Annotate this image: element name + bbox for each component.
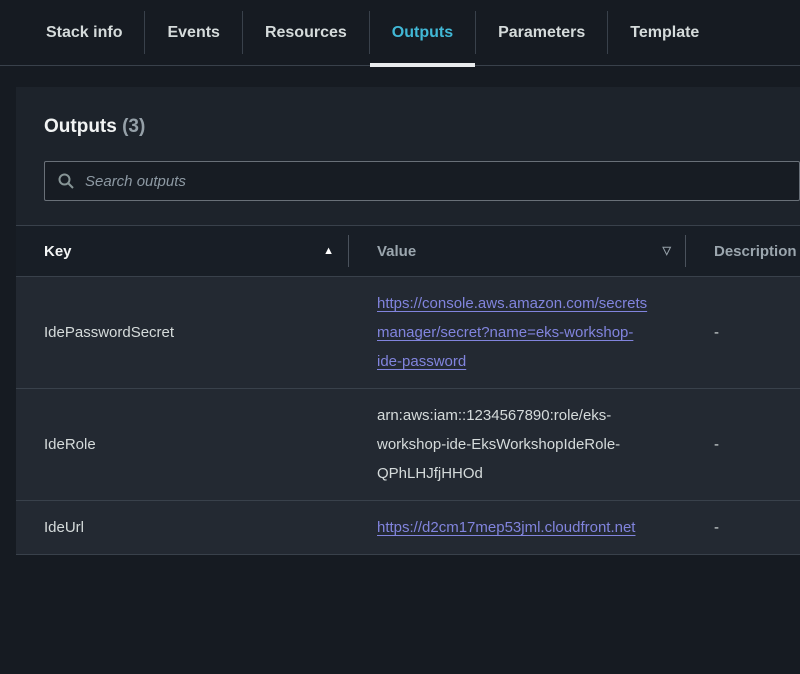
tab-stack-info[interactable]: Stack info [24,0,144,65]
output-description-cell: - [686,389,800,501]
output-value-cell: https://console.aws.amazon.com/secretsma… [349,277,686,389]
output-key-cell: IdeUrl [16,501,349,555]
output-key-cell: IdePasswordSecret [16,277,349,389]
stack-tab-bar: Stack info Events Resources Outputs Para… [0,0,800,66]
tab-template[interactable]: Template [608,0,721,65]
column-header-value[interactable]: Value ▽ [349,226,686,277]
table-header-row: Key ▲ Value ▽ Description [16,226,800,277]
panel-title-text: Outputs [44,116,117,137]
column-header-description: Description [686,226,800,277]
column-header-description-label: Description [714,243,797,260]
output-value-link[interactable]: https://console.aws.amazon.com/secretsma… [377,295,647,370]
output-value-link[interactable]: https://d2cm17mep53jml.cloudfront.net [377,519,635,536]
outputs-panel: Outputs (3) Key ▲ [16,87,800,555]
output-description-cell: - [686,277,800,389]
outputs-panel-header: Outputs (3) [16,87,800,225]
search-input[interactable] [44,161,800,201]
output-value-cell: arn:aws:iam::1234567890:role/eks-worksho… [349,389,686,501]
output-key-cell: IdeRole [16,389,349,501]
column-header-key[interactable]: Key ▲ [16,226,349,277]
page-title: Outputs (3) [44,116,800,138]
table-row: IdeRole arn:aws:iam::1234567890:role/eks… [16,389,800,501]
tab-events[interactable]: Events [145,0,241,65]
output-description-cell: - [686,501,800,555]
table-row: IdeUrl https://d2cm17mep53jml.cloudfront… [16,501,800,555]
tab-resources[interactable]: Resources [243,0,369,65]
table-row: IdePasswordSecret https://console.aws.am… [16,277,800,389]
search-box [44,161,800,201]
column-header-value-label: Value [377,243,416,260]
sort-unsorted-icon[interactable]: ▽ [663,246,671,257]
tab-parameters[interactable]: Parameters [476,0,607,65]
outputs-table: Key ▲ Value ▽ Description [16,225,800,555]
tab-outputs[interactable]: Outputs [370,0,475,65]
sort-ascending-icon[interactable]: ▲ [323,246,334,257]
output-value-cell: https://d2cm17mep53jml.cloudfront.net [349,501,686,555]
column-header-key-label: Key [44,243,72,260]
outputs-count-badge: (3) [122,116,145,137]
